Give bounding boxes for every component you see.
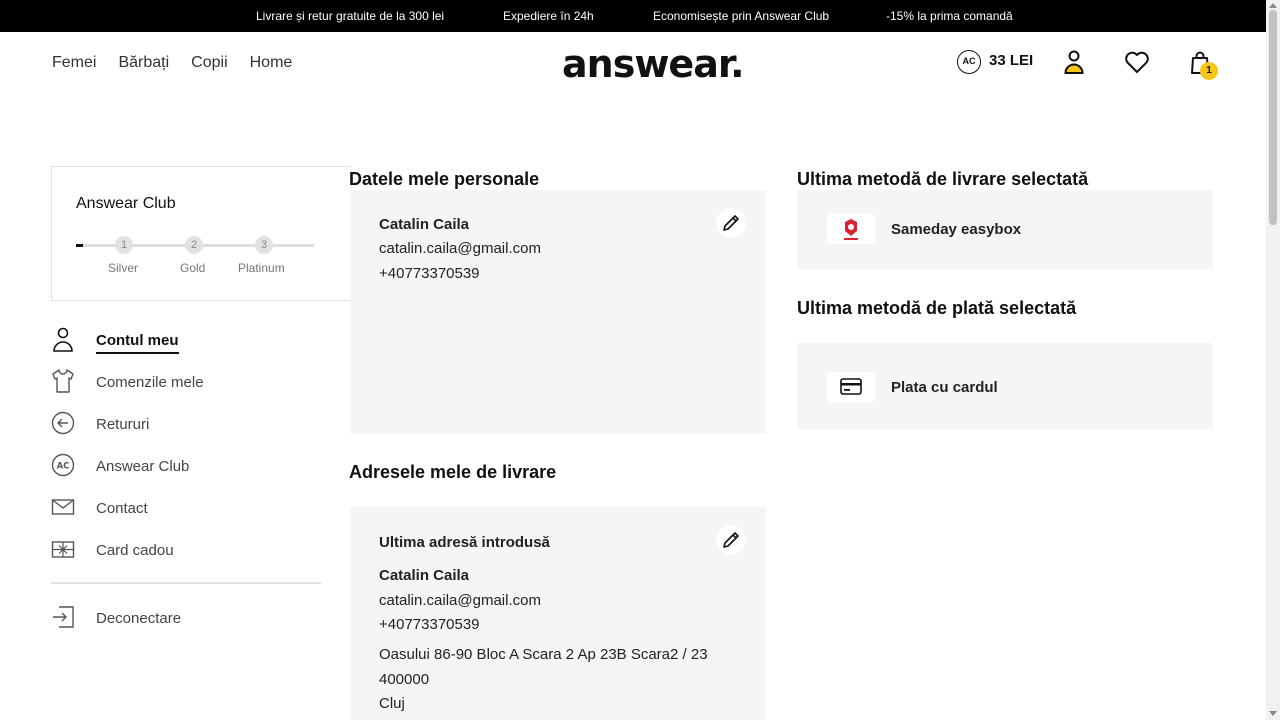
- sameday-logo: [827, 214, 875, 244]
- arrow-left-circle-icon: [51, 411, 75, 435]
- sidebar-item-label: Contul meu: [96, 332, 179, 354]
- address-name: Catalin Caila: [379, 567, 470, 584]
- logout-button[interactable]: Deconectare: [51, 604, 321, 634]
- cart-count-badge: 1: [1200, 62, 1218, 80]
- sidebar-item-contul-meu[interactable]: Contul meu: [51, 326, 321, 356]
- main-nav: Femei Bărbați Copii Home: [52, 54, 314, 72]
- level-name-silver: Silver: [108, 261, 139, 275]
- address-card-title: Ultima adresă introdusă: [379, 534, 550, 551]
- sidebar-item-label: Retururi: [96, 416, 150, 433]
- site-header: Femei Bărbați Copii Home answear. AC 33 …: [0, 32, 1266, 96]
- envelope-icon: [51, 499, 75, 515]
- edit-personal-button[interactable]: [716, 208, 746, 238]
- nav-barbati[interactable]: Bărbați: [118, 54, 169, 72]
- scroll-up-arrow[interactable]: [1269, 3, 1277, 8]
- ac-club-icon[interactable]: AC: [957, 50, 981, 74]
- logout-label: Deconectare: [96, 610, 182, 627]
- delivery-method: Sameday easybox: [891, 221, 1022, 238]
- personal-email: catalin.caila@gmail.com: [379, 240, 541, 257]
- club-points[interactable]: 33 LEI: [989, 52, 1033, 69]
- promo-first-order[interactable]: -15% la prima comandă: [886, 9, 1013, 23]
- sidebar-item-contact[interactable]: Contact: [51, 494, 321, 524]
- scroll-thumb[interactable]: [1269, 10, 1277, 225]
- level-name-gold: Gold: [180, 261, 206, 275]
- addresses-title: Adresele mele de livrare: [349, 462, 557, 482]
- sidebar-item-label: Card cadou: [96, 542, 174, 559]
- page-scrollbar[interactable]: [1266, 0, 1280, 720]
- level-dot-silver: 1: [115, 236, 133, 254]
- address-street: Oasului 86-90 Bloc A Scara 2 Ap 23B Scar…: [379, 646, 708, 663]
- pencil-icon: [723, 532, 739, 548]
- delivery-title: Ultima metodă de livrare selectată: [797, 169, 1089, 189]
- user-icon: [53, 327, 73, 352]
- payment-method: Plata cu cardul: [891, 379, 998, 396]
- sidebar-item-answear-club[interactable]: AC Answear Club: [51, 452, 321, 482]
- payment-title: Ultima metodă de plată selectată: [797, 298, 1077, 318]
- personal-data-card: Catalin Caila catalin.caila@gmail.com +4…: [350, 190, 766, 434]
- heart-icon[interactable]: [1123, 48, 1151, 76]
- level-dot-platinum: 3: [255, 236, 273, 254]
- nav-femei[interactable]: Femei: [52, 54, 96, 72]
- level-dot-gold: 2: [185, 236, 203, 254]
- nav-copii[interactable]: Copii: [191, 54, 227, 72]
- logout-icon: [53, 606, 74, 628]
- sidebar-item-label: Contact: [96, 500, 148, 517]
- club-progress-box[interactable]: Answear Club 1 2 3 Silver Gold Platinum: [51, 166, 351, 301]
- promo-bar: Livrare și retur gratuite de la 300 lei …: [0, 0, 1266, 32]
- promo-free-shipping[interactable]: Livrare și retur gratuite de la 300 lei: [256, 9, 444, 23]
- scroll-down-arrow[interactable]: [1269, 711, 1277, 716]
- club-progress-fill: [76, 244, 84, 247]
- personal-data-title: Datele mele personale: [349, 169, 540, 189]
- edit-address-button[interactable]: [716, 525, 746, 555]
- payment-card: Plata cu cardul: [797, 343, 1213, 429]
- level-name-platinum: Platinum: [238, 261, 285, 275]
- promo-answear-club[interactable]: Economisește prin Answear Club: [653, 9, 829, 23]
- address-postal: 400000: [379, 671, 430, 688]
- sidebar-item-card-cadou[interactable]: Card cadou: [51, 536, 321, 566]
- personal-phone: +40773370539: [379, 265, 480, 282]
- sidebar-divider: [51, 582, 321, 584]
- gift-card-icon: [51, 541, 75, 558]
- promo-24h-shipping[interactable]: Expediere în 24h: [503, 9, 594, 23]
- delivery-card: Sameday easybox: [797, 190, 1213, 269]
- address-card: Ultima adresă introdusă Catalin Caila ca…: [350, 507, 766, 720]
- address-city: Cluj: [379, 695, 405, 712]
- sidebar-item-label: Comenzile mele: [96, 374, 204, 391]
- user-icon[interactable]: [1060, 48, 1088, 76]
- answear-logo[interactable]: answear.: [562, 42, 745, 86]
- club-title: Answear Club: [76, 195, 176, 212]
- personal-name: Catalin Caila: [379, 216, 470, 233]
- sidebar-item-label: Answear Club: [96, 458, 190, 475]
- pencil-icon: [723, 215, 739, 231]
- ac-circle-icon: AC: [51, 453, 75, 477]
- nav-home[interactable]: Home: [250, 54, 293, 72]
- sidebar-item-comenzile-mele[interactable]: Comenzile mele: [51, 368, 321, 398]
- svg-text:AC: AC: [57, 462, 70, 472]
- sidebar-item-retururi[interactable]: Retururi: [51, 410, 321, 440]
- address-email: catalin.caila@gmail.com: [379, 592, 541, 609]
- tshirt-icon: [52, 369, 74, 393]
- address-phone: +40773370539: [379, 616, 480, 633]
- credit-card-icon: [827, 372, 875, 402]
